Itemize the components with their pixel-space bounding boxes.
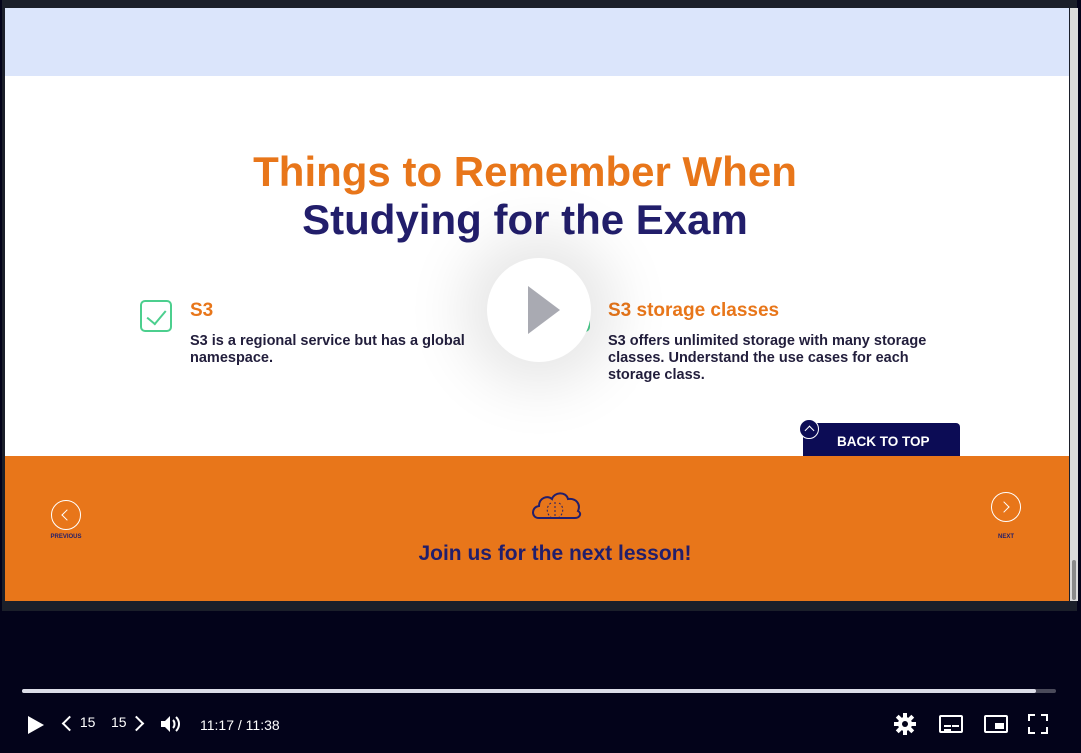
scrollbar-thumb[interactable] (1072, 560, 1076, 600)
next-lesson-button[interactable] (991, 492, 1021, 522)
key-point-body: S3 is a regional service but has a globa… (190, 333, 465, 366)
progress-bar[interactable] (22, 689, 1056, 693)
pip-icon[interactable] (984, 715, 1008, 733)
slide-title: Things to Remember When Studying for the… (5, 148, 1045, 244)
video-player: Things to Remember When Studying for the… (0, 0, 1081, 753)
control-bar: 15 15 11:17 / 11:38 (0, 706, 1081, 742)
video-frame: Things to Remember When Studying for the… (2, 0, 1078, 611)
time-display: 11:17 / 11:38 (200, 717, 280, 733)
back-to-top-button[interactable]: BACK TO TOP (799, 419, 960, 459)
rewind-button[interactable]: 15 (61, 714, 96, 732)
gear-icon[interactable] (893, 712, 917, 736)
volume-icon[interactable] (160, 714, 182, 734)
chevron-up-icon (799, 419, 819, 439)
chevron-left-icon (61, 715, 78, 732)
forward-seconds: 15 (111, 714, 127, 730)
back-to-top-label: BACK TO TOP (837, 434, 930, 449)
big-play-button[interactable] (487, 258, 591, 362)
play-icon[interactable] (28, 716, 44, 734)
previous-lesson-button[interactable] (51, 500, 81, 530)
key-point-body: S3 offers unlimited storage with many st… (608, 333, 927, 383)
title-line-2: Studying for the Exam (302, 196, 748, 243)
captions-icon[interactable] (939, 715, 963, 733)
slide-top-band (5, 8, 1069, 76)
next-label: NEXT (997, 534, 1014, 540)
lesson-footer: PREVIOUS Join us for the next lesson! NE… (5, 456, 1069, 601)
chevron-right-icon (129, 715, 145, 732)
previous-label: PREVIOUS (50, 534, 82, 540)
key-point-heading: S3 (190, 300, 214, 321)
forward-button[interactable]: 15 (111, 714, 145, 732)
progress-fill (22, 689, 1037, 693)
fullscreen-icon[interactable] (1028, 714, 1048, 734)
rewind-seconds: 15 (79, 714, 96, 730)
next-lesson-text: Join us for the next lesson! (418, 542, 692, 565)
slide-content: Things to Remember When Studying for the… (5, 8, 1069, 601)
key-point-heading: S3 storage classes (608, 300, 780, 321)
checkbox-icon (140, 300, 172, 332)
title-line-1: Things to Remember When (253, 148, 797, 195)
scrollbar[interactable] (1070, 8, 1078, 601)
cloud-icon (532, 492, 582, 519)
